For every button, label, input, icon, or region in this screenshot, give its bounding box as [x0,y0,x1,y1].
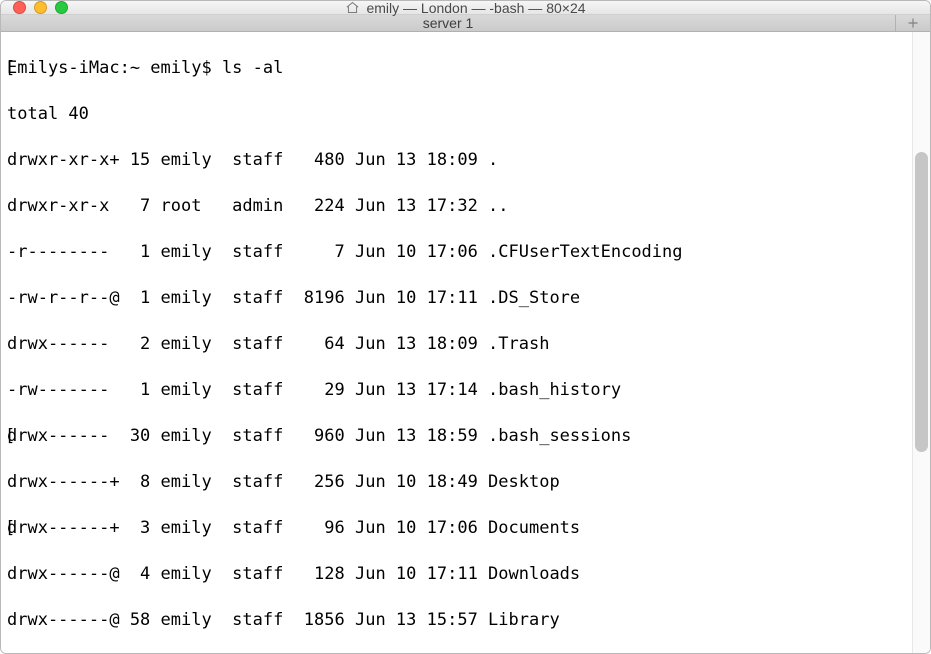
terminal-window: emily — London — -bash — 80×24 server 1 … [0,0,931,654]
close-icon[interactable] [13,1,26,14]
minimize-icon[interactable] [34,1,47,14]
tab-server-1[interactable]: server 1 [1,15,896,31]
scrollbar-thumb[interactable] [915,152,928,452]
output-line: drwx------ 2 emily staff 64 Jun 13 18:09… [7,333,924,356]
output-line: drwx------+ 3 emily staff 96 Jun 10 17:0… [7,517,924,540]
window-title: emily — London — -bash — 80×24 [366,0,585,16]
plus-icon [906,16,920,30]
zoom-icon[interactable] [55,1,68,14]
titlebar[interactable]: emily — London — -bash — 80×24 [1,1,930,15]
new-tab-button[interactable] [896,15,930,31]
output-line: -r-------- 1 emily staff 7 Jun 10 17:06 … [7,241,924,264]
output-line: drwx------@ 4 emily staff 128 Jun 10 17:… [7,563,924,586]
traffic-lights [1,1,68,14]
output-line: total 40 [7,103,924,126]
terminal-content[interactable]: Emilys-iMac:~ emily$ ls -al total 40 drw… [1,32,930,654]
output-line: drwxr-xr-x 7 root admin 224 Jun 13 17:32… [7,195,924,218]
output-line: -rw-r--r--@ 1 emily staff 8196 Jun 10 17… [7,287,924,310]
prompt-line: Emilys-iMac:~ emily$ ls -al [7,57,924,80]
output-line: drwx------+ 8 emily staff 256 Jun 10 18:… [7,471,924,494]
output-line: drwx------ 30 emily staff 960 Jun 13 18:… [7,425,924,448]
output-line: -rw------- 1 emily staff 29 Jun 13 17:14… [7,379,924,402]
home-icon [345,0,360,15]
tabbar: server 1 [1,15,930,32]
tab-label: server 1 [423,15,474,31]
output-line: drwxr-xr-x+ 15 emily staff 480 Jun 13 18… [7,149,924,172]
scrollbar-track[interactable] [912,32,930,654]
output-line: drwx------@ 58 emily staff 1856 Jun 13 1… [7,609,924,632]
